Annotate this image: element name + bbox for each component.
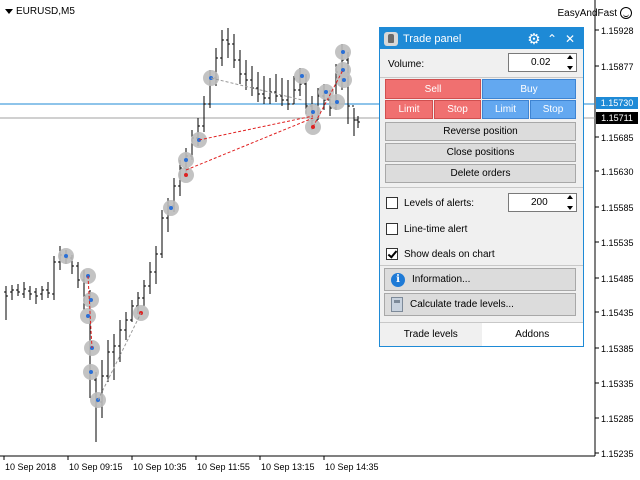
deal-arrow-icon (300, 74, 304, 78)
information-button[interactable]: i Information... (384, 268, 576, 291)
show-deals-checkbox[interactable] (386, 248, 398, 260)
time-tick-label: 10 Sep 10:35 (133, 462, 187, 472)
smiley-icon (620, 7, 632, 19)
time-tick-label: 10 Sep 14:35 (325, 462, 379, 472)
price-tick-label: 1.15685 (601, 133, 634, 143)
price-tick-label: 1.15585 (601, 203, 634, 213)
close-icon[interactable]: ✕ (561, 30, 579, 48)
price-tick-label: 1.15630 (601, 167, 634, 177)
tab-addons[interactable]: Addons (481, 323, 583, 346)
increase-arrow-icon[interactable] (566, 55, 573, 59)
price-tick-label: 1.15285 (601, 414, 634, 424)
delete-orders-button[interactable]: Delete orders (385, 164, 576, 183)
volume-value: 0.02 (531, 57, 551, 68)
deal-arrow-icon (311, 110, 315, 114)
sell-limit-button[interactable]: Limit (385, 100, 433, 119)
buy-button[interactable]: Buy (482, 79, 576, 99)
calculate-trade-levels-button[interactable]: Calculate trade levels... (384, 293, 576, 316)
panel-tabs: Trade levels Addons (380, 322, 583, 346)
price-tick-label: 1.15435 (601, 308, 634, 318)
price-tick-label: 1.15485 (601, 274, 634, 284)
information-label: Information... (412, 274, 471, 285)
volume-spinbox[interactable]: 0.02 (508, 53, 577, 72)
buy-limit-button[interactable]: Limit (482, 100, 529, 119)
decrease-arrow-icon[interactable] (566, 66, 573, 70)
levels-alerts-checkbox[interactable] (386, 197, 398, 209)
symbol-label: EURUSD,M5 (5, 6, 75, 17)
line-time-alert-label: Line-time alert (404, 224, 468, 235)
divider (380, 265, 583, 266)
reverse-position-button[interactable]: Reverse position (385, 122, 576, 141)
time-tick-label: 10 Sep 09:15 (69, 462, 123, 472)
levels-alerts-value: 200 (531, 197, 548, 208)
panel-header[interactable]: Trade panel ⚙ ⌃ ✕ (380, 28, 583, 49)
panel-app-icon (384, 31, 398, 46)
collapse-icon[interactable]: ⌃ (543, 30, 561, 48)
levels-alerts-spinbox[interactable]: 200 (508, 193, 577, 212)
deal-arrow-icon (184, 173, 188, 177)
price-tick-label: 1.15385 (601, 344, 634, 354)
brand-label: EasyAndFast (558, 7, 632, 19)
sell-button[interactable]: Sell (385, 79, 481, 99)
deal-arrow-icon (86, 314, 90, 318)
line-time-alert-checkbox[interactable] (386, 223, 398, 235)
volume-label: Volume: (388, 59, 425, 70)
tab-trade-levels[interactable]: Trade levels (380, 323, 482, 346)
deal-arrow-icon (342, 78, 346, 82)
deal-arrow-icon (324, 90, 328, 94)
brand-text: EasyAndFast (557, 7, 617, 19)
deal-arrow-icon (335, 100, 339, 104)
close-positions-button[interactable]: Close positions (385, 143, 576, 162)
deal-arrow-icon (169, 206, 173, 210)
calculator-icon (391, 297, 403, 312)
dropdown-triangle-icon (5, 9, 13, 14)
time-tick-label: 10 Sep 2018 (5, 462, 56, 472)
deal-arrow-icon (184, 158, 188, 162)
divider (380, 187, 583, 188)
price-tick-label: 1.15535 (601, 238, 634, 248)
gear-icon[interactable]: ⚙ (525, 30, 543, 48)
price-tick-label: 1.15877 (601, 62, 634, 72)
trade-panel: Trade panel ⚙ ⌃ ✕ Volume: 0.02 Sell Buy … (379, 27, 584, 347)
deal-link-line (198, 115, 314, 141)
deal-arrow-icon (341, 50, 345, 54)
symbol-text: EURUSD,M5 (16, 6, 75, 17)
sell-stop-button[interactable]: Stop (434, 100, 481, 119)
time-tick-label: 10 Sep 13:15 (261, 462, 315, 472)
show-deals-label: Show deals on chart (404, 249, 495, 260)
buy-stop-button[interactable]: Stop (530, 100, 576, 119)
levels-alerts-label: Levels of alerts: (404, 198, 475, 209)
decrease-arrow-icon[interactable] (566, 206, 573, 210)
last-price-tag: 1.15711 (596, 112, 638, 124)
increase-arrow-icon[interactable] (566, 195, 573, 199)
panel-title: Trade panel (403, 32, 462, 45)
bid-price-tag: 1.15730 (596, 97, 638, 109)
deal-arrow-icon (64, 254, 68, 258)
info-icon: i (391, 272, 405, 287)
price-tick-label: 1.15335 (601, 379, 634, 389)
deal-arrow-icon (89, 370, 93, 374)
levels-stepper[interactable] (565, 195, 574, 210)
time-tick-label: 10 Sep 11:55 (197, 462, 250, 472)
divider (380, 77, 583, 78)
calculate-label: Calculate trade levels... (410, 299, 514, 310)
price-tick-label: 1.15928 (601, 26, 634, 36)
volume-stepper[interactable] (565, 55, 574, 70)
price-tick-label: 1.15235 (601, 449, 634, 459)
